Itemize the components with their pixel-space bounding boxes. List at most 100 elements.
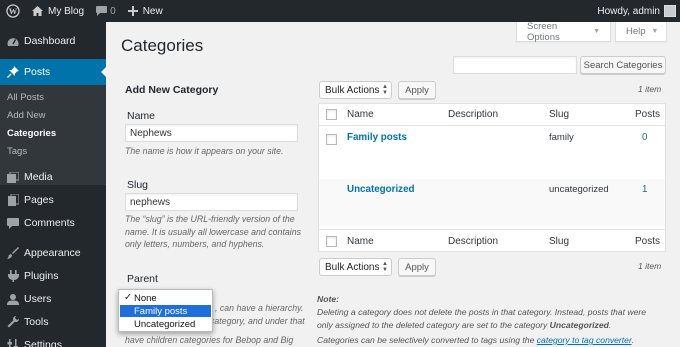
help-label: Help [626, 26, 646, 37]
new-content-link[interactable]: New [122, 0, 169, 22]
parent-dropdown-menu[interactable]: ✓ None Family posts Uncategorized [118, 289, 213, 332]
menu-dashboard[interactable]: Dashboard [0, 28, 106, 54]
note-emphasis: Uncategorized [549, 320, 609, 330]
column-name[interactable]: Name [347, 236, 374, 247]
select-arrows-icon: ▲ ▼ [382, 84, 388, 96]
slug-description-line: The “slug” is the URL-friendly version o… [125, 214, 295, 224]
parent-label: Parent [127, 273, 158, 285]
column-posts[interactable]: Posts [635, 236, 660, 247]
menu-label: Users [24, 293, 52, 305]
name-description: The name is how it appears on your site. [125, 146, 284, 156]
screen-options-label: Screen Options [527, 20, 560, 43]
parent-description-line: , can have a hierarchy. [215, 303, 304, 313]
column-slug[interactable]: Slug [549, 109, 569, 120]
submenu-all-posts[interactable]: All Posts [7, 92, 44, 103]
table-row: Uncategorized uncategorized 1 [319, 179, 665, 226]
parent-option-none[interactable]: ✓ None [120, 292, 211, 304]
column-description[interactable]: Description [448, 109, 498, 120]
site-name: My Blog [48, 5, 85, 17]
item-count-bottom: 1 item [638, 261, 662, 271]
category-post-count[interactable]: 0 [642, 132, 647, 143]
slug-label: Slug [127, 179, 149, 191]
category-slug: family [549, 132, 574, 143]
site-name-link[interactable]: My Blog [26, 0, 90, 22]
users-icon [2, 293, 24, 305]
slug-description: The “slug” is the URL-friendly version o… [125, 213, 305, 251]
dashboard-gauge-icon [2, 36, 24, 47]
parent-description-line: category, and under that [210, 316, 305, 326]
table-footer: Name Description Slug Posts [319, 229, 665, 251]
menu-comments[interactable]: Comments [0, 210, 106, 236]
select-all-checkbox[interactable] [326, 109, 337, 120]
bulk-actions-select-top[interactable]: Bulk Actions ▲ ▼ [319, 81, 392, 99]
note-text: . [631, 335, 634, 345]
pages-icon [2, 194, 24, 206]
column-description[interactable]: Description [448, 236, 498, 247]
menu-label: Pages [24, 194, 54, 206]
table-header: Name Description Slug Posts [319, 104, 665, 126]
admin-bar: W My Blog 0 New Howdy, admin [0, 0, 680, 22]
option-label: None [134, 292, 157, 304]
row-checkbox[interactable] [326, 134, 337, 145]
note-text: only assigned to the deleted category ar… [317, 320, 550, 330]
plus-icon [127, 6, 138, 16]
note-label: Note: [317, 294, 339, 304]
pushpin-icon [2, 66, 24, 78]
plugin-icon [2, 270, 24, 282]
menu-label: Comments [24, 217, 75, 229]
option-label: Family posts [134, 305, 188, 317]
apply-button-bottom[interactable]: Apply [398, 258, 436, 276]
submenu-add-new[interactable]: Add New [7, 110, 46, 121]
comments-count: 0 [110, 5, 116, 17]
menu-label: Dashboard [24, 35, 76, 47]
column-name[interactable]: Name [347, 109, 374, 120]
caret-down-icon: ▼ [651, 28, 659, 35]
new-label: New [142, 5, 163, 17]
name-input[interactable] [125, 124, 298, 142]
greeting: Howdy, admin [597, 5, 660, 17]
comments-icon [2, 217, 24, 229]
search-categories-button[interactable]: Search Categories [580, 56, 666, 74]
menu-label: Plugins [24, 270, 59, 282]
apply-button-top[interactable]: Apply [398, 81, 436, 99]
menu-label: Posts [24, 66, 51, 78]
note-line: Categories can be selectively converted … [317, 334, 672, 347]
bulk-actions-select-bottom[interactable]: Bulk Actions ▲ ▼ [319, 258, 392, 276]
note-text: . [608, 320, 612, 330]
name-label: Name [127, 110, 156, 122]
menu-label: Settings [24, 339, 62, 347]
select-all-checkbox-footer[interactable] [326, 236, 337, 247]
column-slug[interactable]: Slug [549, 236, 569, 247]
slug-input[interactable] [125, 193, 298, 211]
category-slug: uncategorized [549, 184, 609, 195]
search-input[interactable] [453, 56, 577, 74]
menu-posts[interactable]: Posts [0, 59, 106, 85]
slug-description-line: only letters, numbers, and hyphens. [125, 239, 265, 249]
form-title: Add New Category [125, 84, 219, 96]
menu-label: Tools [24, 316, 49, 328]
page-title: Categories [121, 36, 204, 55]
settings-icon [2, 339, 24, 347]
parent-option-uncategorized[interactable]: Uncategorized [120, 318, 211, 330]
category-name-link[interactable]: Uncategorized [347, 184, 415, 195]
note-heading: Note: [317, 293, 672, 306]
note-text: Categories can be selectively converted … [317, 335, 537, 345]
wordpress-logo-icon[interactable]: W [0, 0, 26, 22]
bulk-actions-label: Bulk Actions [325, 261, 380, 273]
wrench-icon [2, 316, 24, 328]
parent-option-family-posts[interactable]: Family posts [120, 305, 211, 317]
category-to-tag-converter-link[interactable]: category to tag converter [537, 335, 632, 345]
category-name-link[interactable]: Family posts [347, 132, 407, 143]
comments-link[interactable]: 0 [90, 0, 122, 22]
column-posts[interactable]: Posts [635, 109, 660, 120]
submenu-categories[interactable]: Categories [7, 128, 56, 139]
help-button[interactable]: Help ▼ [615, 22, 667, 42]
category-post-count[interactable]: 1 [642, 184, 647, 195]
submenu-tags[interactable]: Tags [7, 146, 27, 157]
screen-options-button[interactable]: Screen Options ▼ [516, 20, 611, 43]
categories-table: Name Description Slug Posts Family posts… [318, 103, 666, 252]
menu-label: Media [24, 171, 53, 183]
menu-settings[interactable]: Settings [0, 332, 106, 347]
checkmark-icon: ✓ [124, 292, 132, 303]
account-menu[interactable]: Howdy, admin [591, 0, 680, 22]
